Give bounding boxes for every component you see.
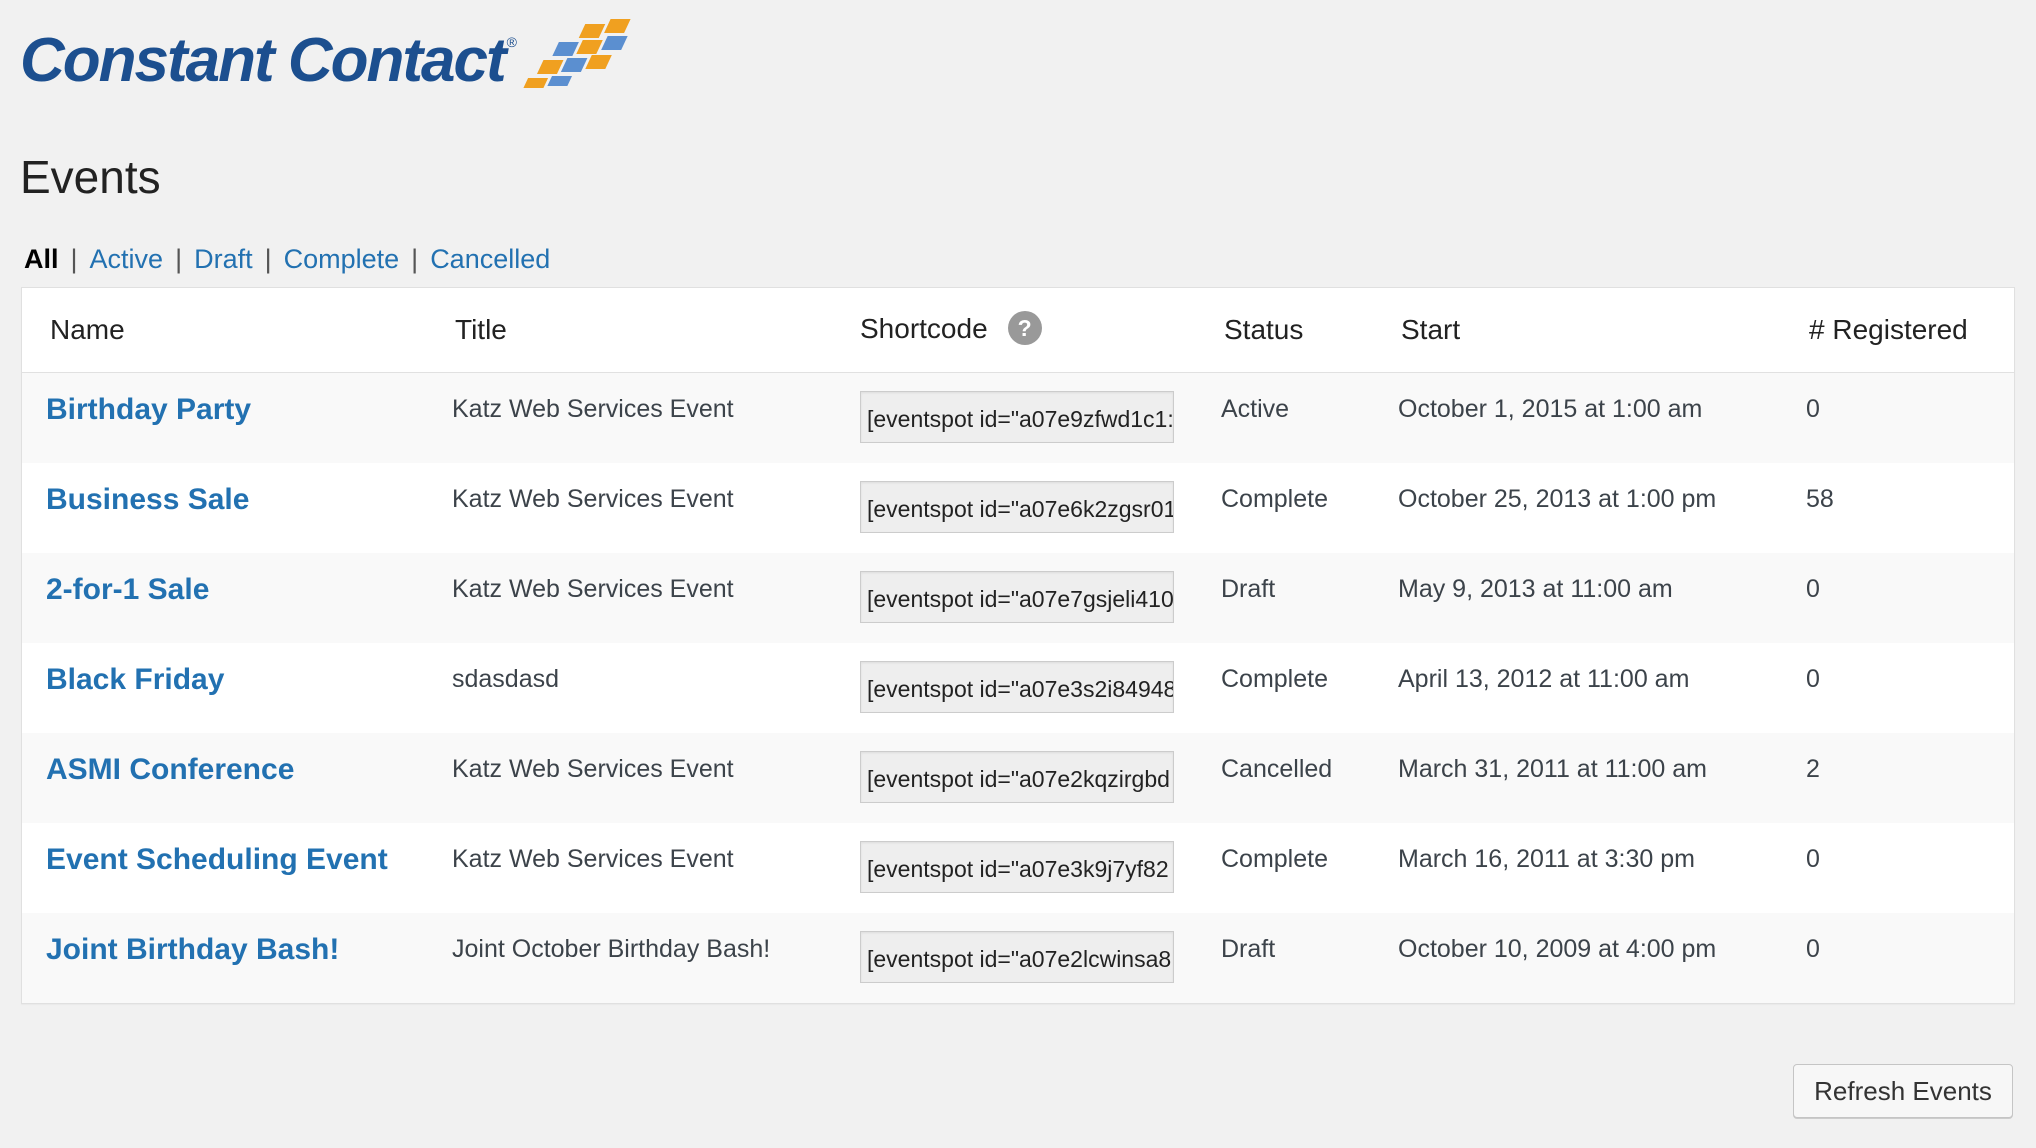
event-name-link[interactable]: Business Sale [46,483,249,516]
event-name-link[interactable]: ASMI Conference [46,753,294,786]
logo-wordmark: Constant Contact [20,26,507,95]
page-title: Events [20,151,161,203]
event-registered-count: 58 [1806,484,1834,513]
event-title: Katz Web Services Event [452,484,734,513]
column-header-status: Status [1221,288,1398,373]
registered-mark: ® [506,34,517,50]
filter-cancelled[interactable]: Cancelled [430,244,550,275]
event-name-link[interactable]: 2-for-1 Sale [46,573,209,606]
shortcode-field[interactable]: [eventspot id="a07e9zfwd1c1: [860,391,1174,443]
event-name-link[interactable]: Joint Birthday Bash! [46,933,339,966]
event-start: October 25, 2013 at 1:00 pm [1398,484,1717,513]
event-title: Katz Web Services Event [452,844,734,873]
event-registered-count: 0 [1806,664,1820,693]
event-status: Complete [1221,664,1328,693]
column-header-shortcode: Shortcode? [860,288,1221,373]
table-row: Business Sale Katz Web Services Event [e… [22,462,2014,553]
event-title: Katz Web Services Event [452,574,734,603]
event-name-link[interactable]: Birthday Party [46,393,251,426]
filter-active[interactable]: Active [90,244,164,275]
event-status: Complete [1221,484,1328,513]
event-start: October 1, 2015 at 1:00 am [1398,395,1703,423]
event-registered-count: 0 [1806,844,1820,873]
table-row: 2-for-1 Sale Katz Web Services Event [ev… [22,552,2014,643]
constant-contact-logo: Constant Contact ® [20,16,649,106]
event-start: April 13, 2012 at 11:00 am [1398,664,1690,693]
events-table-container: Name Title Shortcode? Status Start # Reg… [21,287,2015,1004]
table-row: Joint Birthday Bash! Joint October Birth… [22,912,2014,1003]
event-start: October 10, 2009 at 4:00 pm [1398,934,1717,963]
event-status: Draft [1221,574,1276,603]
filter-draft[interactable]: Draft [194,244,253,275]
logo-flag-icon [523,19,631,88]
column-header-start: Start [1398,288,1806,373]
event-title: sdasdasd [452,664,560,693]
filter-separator: | [175,244,183,274]
shortcode-field[interactable]: [eventspot id="a07e3k9j7yf82 [860,840,1174,893]
event-registered-count: 0 [1806,934,1820,963]
event-status: Complete [1221,844,1328,873]
event-registered-count: 2 [1806,754,1820,783]
table-row: ASMI Conference Katz Web Services Event … [22,732,2014,823]
event-start: March 16, 2011 at 3:30 pm [1398,844,1695,873]
event-start: May 9, 2013 at 11:00 am [1398,574,1673,603]
shortcode-field[interactable]: [eventspot id="a07e3s2i84948 [860,660,1174,713]
shortcode-field[interactable]: [eventspot id="a07e2kqzirgbd [860,750,1174,803]
event-name-link[interactable]: Black Friday [46,663,224,696]
filter-separator: | [411,244,419,274]
event-title: Katz Web Services Event [452,754,734,783]
event-title: Joint October Birthday Bash! [452,934,771,963]
shortcode-field[interactable]: [eventspot id="a07e2lcwinsa8 [860,930,1174,983]
event-status: Active [1221,395,1290,423]
shortcode-field[interactable]: [eventspot id="a07e6k2zgsr01 [860,480,1174,533]
event-status: Cancelled [1221,754,1333,783]
events-table: Name Title Shortcode? Status Start # Reg… [22,288,2014,1003]
column-header-title: Title [452,288,860,373]
filter-complete[interactable]: Complete [284,244,400,275]
table-row: Event Scheduling Event Katz Web Services… [22,822,2014,913]
event-registered-count: 0 [1806,574,1820,603]
table-header-row: Name Title Shortcode? Status Start # Reg… [22,288,2014,373]
event-registered-count: 0 [1806,395,1820,423]
column-header-registered: # Registered [1806,288,2014,373]
filter-all[interactable]: All [24,244,59,275]
column-header-name: Name [22,288,452,373]
status-filter-links: All | Active | Draft | Complete | Cancel… [24,244,550,275]
refresh-events-button[interactable]: Refresh Events [1793,1064,2013,1118]
help-icon[interactable]: ? [1007,311,1042,346]
event-start: March 31, 2011 at 11:00 am [1398,754,1707,783]
table-row: Black Friday sdasdasd [eventspot id="a07… [22,642,2014,733]
table-row: Birthday Party Katz Web Services Event [… [22,372,2014,463]
filter-separator: | [264,244,272,274]
event-status: Draft [1221,934,1276,963]
event-name-link[interactable]: Event Scheduling Event [46,843,388,876]
column-header-shortcode-label: Shortcode [860,312,988,344]
shortcode-field[interactable]: [eventspot id="a07e7gsjeli410 [860,570,1174,623]
filter-separator: | [70,244,78,274]
event-title: Katz Web Services Event [452,395,734,423]
